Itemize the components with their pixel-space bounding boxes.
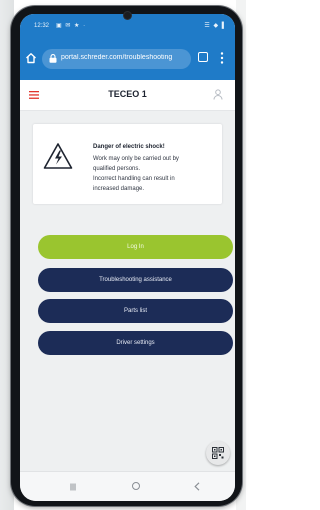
qr-code-icon (212, 447, 224, 459)
phone-screen: 12:32 ▣ ✉ ★ · ☰ ◆ ▌ portal.schreder.com/… (20, 14, 235, 501)
lock-icon (49, 54, 57, 63)
driver-settings-button[interactable]: Driver settings (38, 331, 233, 355)
android-nav-bar (20, 471, 235, 501)
url-text: portal.schreder.com/troubleshooting (61, 54, 173, 61)
electric-warning-icon (43, 143, 73, 169)
status-time: 12:32 (34, 23, 50, 29)
back-icon[interactable] (194, 482, 200, 491)
login-button[interactable]: Log In (38, 235, 233, 259)
warning-line-3: Incorrect handling can result in (93, 176, 175, 182)
recent-apps-icon[interactable] (70, 483, 76, 491)
url-field[interactable]: portal.schreder.com/troubleshooting (42, 49, 191, 69)
warning-line-2: qualified persons. (93, 166, 141, 172)
warning-line-1: Work may only be carried out by (93, 156, 179, 162)
system-icons: ☰ ◆ ▌ (204, 23, 227, 29)
troubleshooting-assistance-button[interactable]: Troubleshooting assistance (38, 268, 233, 292)
warning-title: Danger of electric shock! (93, 144, 165, 150)
home-icon[interactable] (25, 52, 37, 64)
notification-icons: ▣ ✉ ★ · (56, 23, 87, 29)
user-icon[interactable] (213, 89, 223, 100)
parts-list-button[interactable]: Parts list (38, 299, 233, 323)
qr-scan-button[interactable] (206, 441, 230, 465)
browser-toolbar: portal.schreder.com/troubleshooting (20, 40, 235, 80)
warning-line-4: increased damage. (93, 186, 145, 192)
menu-icon[interactable] (220, 51, 224, 65)
tabs-count-icon[interactable] (198, 52, 208, 62)
nav-home-icon[interactable] (132, 482, 140, 490)
electric-shock-warning-card: Danger of electric shock! Work may only … (33, 124, 222, 204)
front-camera (124, 12, 131, 19)
page-title: TECEO 1 (108, 89, 147, 99)
app-header: TECEO 1 (20, 80, 235, 111)
